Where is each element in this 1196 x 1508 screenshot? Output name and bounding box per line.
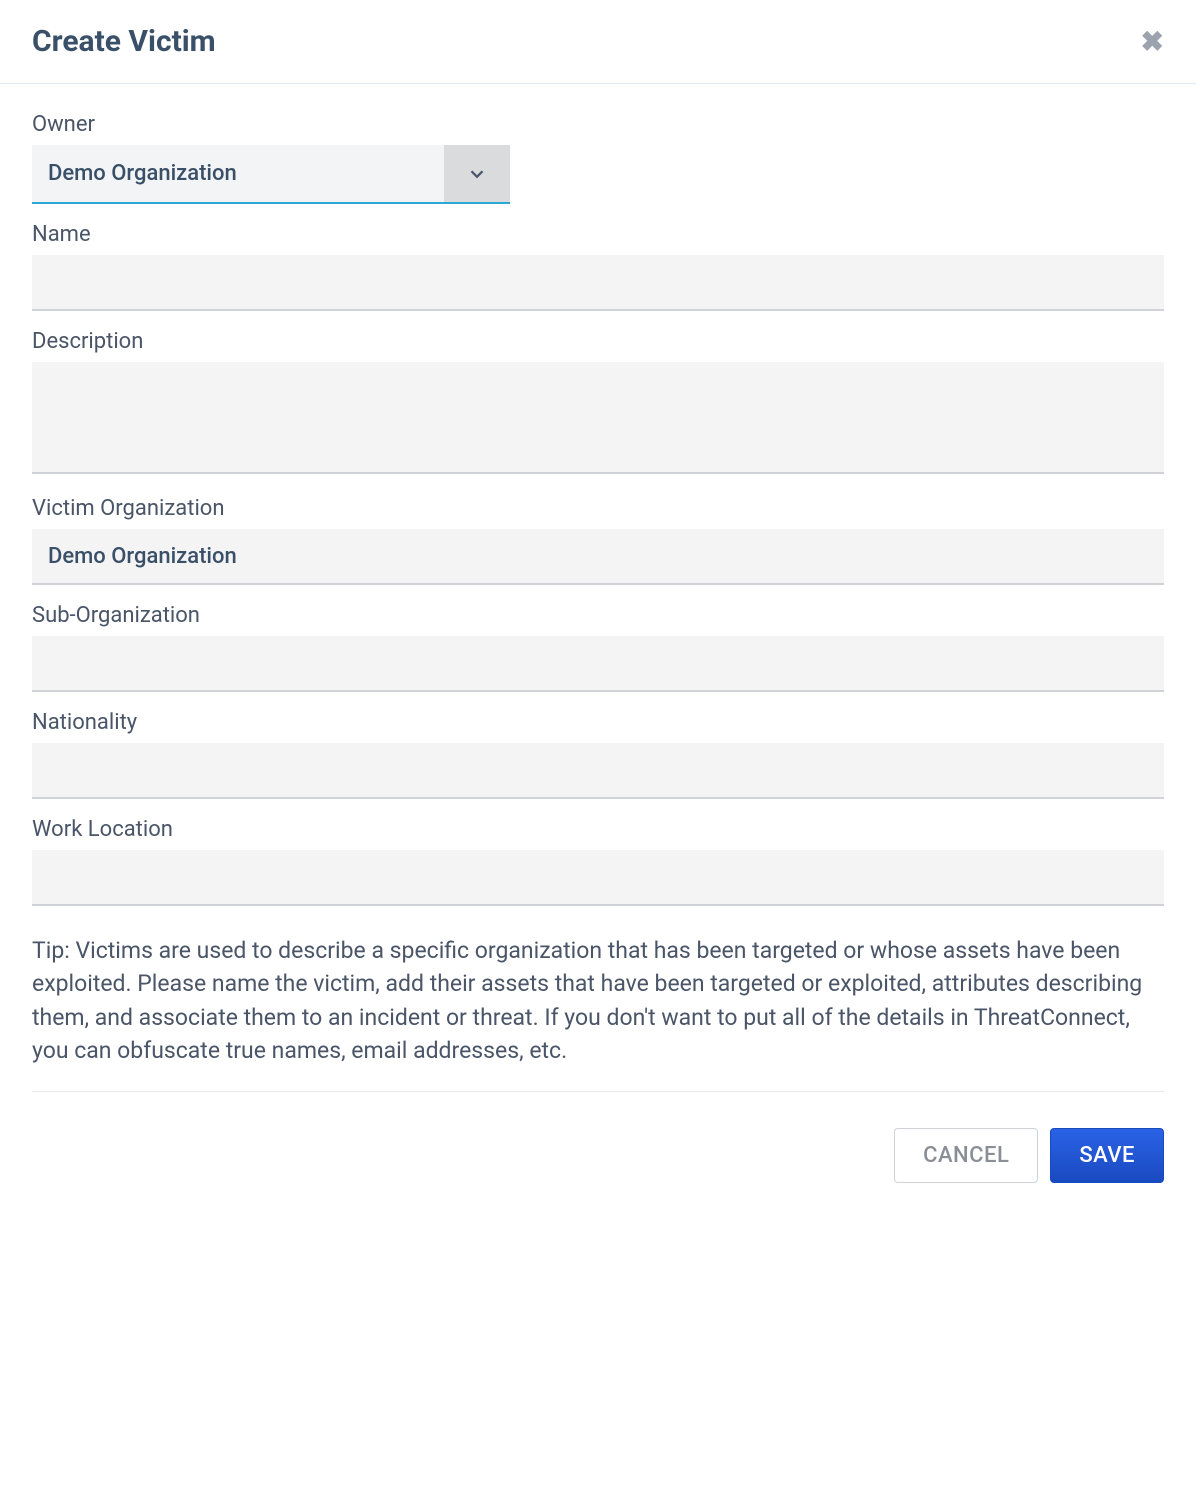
owner-select-toggle[interactable] — [444, 145, 510, 202]
victim-org-field-group: Victim Organization — [32, 496, 1164, 585]
sub-org-input[interactable] — [32, 636, 1164, 692]
name-field-group: Name — [32, 222, 1164, 311]
modal-header: Create Victim ✖ — [0, 0, 1196, 84]
work-location-field-group: Work Location — [32, 817, 1164, 906]
tip-text: Tip: Victims are used to describe a spec… — [32, 934, 1164, 1092]
work-location-input[interactable] — [32, 850, 1164, 906]
victim-org-label: Victim Organization — [32, 496, 1164, 521]
name-label: Name — [32, 222, 1164, 247]
work-location-label: Work Location — [32, 817, 1164, 842]
close-icon[interactable]: ✖ — [1141, 28, 1164, 56]
save-button[interactable]: SAVE — [1050, 1128, 1164, 1183]
chevron-down-icon — [466, 163, 488, 185]
modal-footer: CANCEL SAVE — [0, 1128, 1196, 1209]
name-input[interactable] — [32, 255, 1164, 311]
owner-field-group: Owner Demo Organization — [32, 112, 1164, 204]
nationality-label: Nationality — [32, 710, 1164, 735]
description-label: Description — [32, 329, 1164, 354]
description-field-group: Description — [32, 329, 1164, 478]
owner-select-value: Demo Organization — [32, 145, 444, 202]
sub-org-label: Sub-Organization — [32, 603, 1164, 628]
owner-select[interactable]: Demo Organization — [32, 145, 510, 204]
sub-org-field-group: Sub-Organization — [32, 603, 1164, 692]
description-input[interactable] — [32, 362, 1164, 474]
modal-body: Owner Demo Organization Name Description… — [0, 84, 1196, 1110]
victim-org-input[interactable] — [32, 529, 1164, 585]
nationality-input[interactable] — [32, 743, 1164, 799]
cancel-button[interactable]: CANCEL — [894, 1128, 1038, 1183]
owner-label: Owner — [32, 112, 1164, 137]
modal-title: Create Victim — [32, 24, 216, 59]
create-victim-modal: Create Victim ✖ Owner Demo Organization … — [0, 0, 1196, 1209]
nationality-field-group: Nationality — [32, 710, 1164, 799]
